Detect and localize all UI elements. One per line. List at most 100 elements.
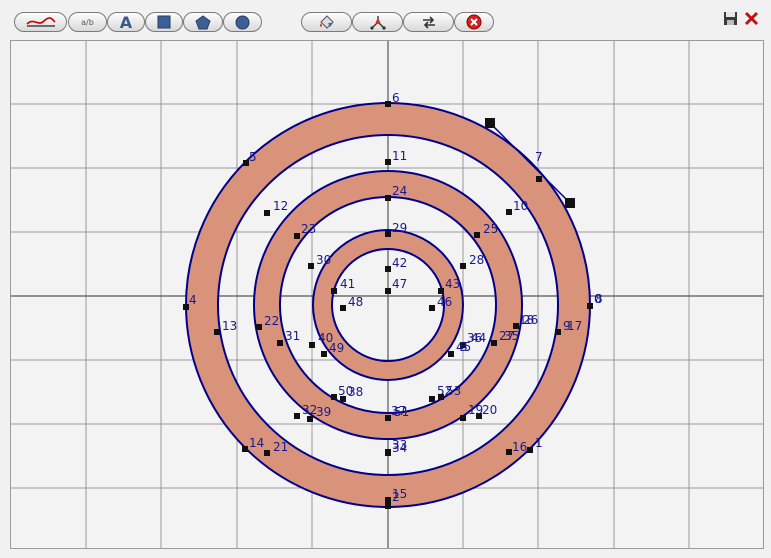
point-label: 16 <box>512 440 527 454</box>
curve-tool-button[interactable] <box>14 12 67 32</box>
circle-tool-button[interactable] <box>223 12 262 32</box>
point-label: 14 <box>249 436 264 450</box>
control-point <box>438 394 444 400</box>
control-point <box>264 210 270 216</box>
point-label: 35 <box>504 329 519 343</box>
control-point <box>536 176 542 182</box>
fraction-tool-button[interactable]: a/b <box>68 12 107 32</box>
point-label: 23 <box>301 222 316 236</box>
control-point <box>385 503 391 509</box>
control-point <box>385 231 391 237</box>
point-label: 21 <box>273 440 288 454</box>
control-point <box>214 329 220 335</box>
point-label: 12 <box>273 199 288 213</box>
control-point <box>309 342 315 348</box>
point-label: 31 <box>285 329 300 343</box>
point-label: 4 <box>189 293 197 307</box>
circle-icon <box>235 15 250 29</box>
point-label: 51 <box>394 405 409 419</box>
control-point <box>448 351 454 357</box>
control-point <box>491 340 497 346</box>
control-point <box>527 447 533 453</box>
point-label: 28 <box>469 253 484 267</box>
point-label: 19 <box>468 403 483 417</box>
point-label: 1 <box>535 436 543 450</box>
control-point <box>385 415 391 421</box>
delete-icon <box>466 14 482 30</box>
control-point <box>587 303 593 309</box>
canvas-svg[interactable]: 611242942475122330414871025284346413 2231… <box>11 41 763 548</box>
control-point <box>385 266 391 272</box>
point-label: 46 <box>437 295 452 309</box>
point-label: 47 <box>392 277 407 291</box>
point-label: 6 <box>392 91 400 105</box>
nodes-icon <box>369 16 386 30</box>
rectangle-tool-button[interactable] <box>145 12 183 32</box>
point-label: 20 <box>482 403 497 417</box>
fraction-icon: a/b <box>81 17 94 27</box>
curve-icon <box>25 17 56 27</box>
point-label: 48 <box>348 295 363 309</box>
point-label: 15 <box>392 487 407 501</box>
control-point <box>256 324 262 330</box>
control-point <box>340 396 346 402</box>
control-point <box>555 329 561 335</box>
control-point <box>294 233 300 239</box>
square-icon <box>157 15 171 29</box>
control-point <box>277 340 283 346</box>
color-tool-button[interactable] <box>301 12 352 32</box>
point-label: 25 <box>483 222 498 236</box>
control-point <box>385 497 391 503</box>
control-point <box>294 413 300 419</box>
point-label: 29 <box>392 221 407 235</box>
point-label: 13 <box>222 319 237 333</box>
point-label: 30 <box>316 253 331 267</box>
point-label: 8 <box>595 292 603 306</box>
point-label: 38 <box>348 385 363 399</box>
control-point <box>307 416 313 422</box>
control-point <box>385 159 391 165</box>
control-point <box>438 288 444 294</box>
swap-arrows-icon <box>422 16 435 29</box>
control-point <box>385 101 391 107</box>
swap-tool-button[interactable] <box>403 12 454 32</box>
control-point <box>331 288 337 294</box>
point-label: 26 <box>523 313 538 327</box>
point-label: 44 <box>471 331 486 345</box>
point-label: 49 <box>329 341 344 355</box>
control-point <box>308 263 314 269</box>
save-icon[interactable] <box>723 11 738 26</box>
control-point <box>321 351 327 357</box>
point-label: 53 <box>446 384 461 398</box>
point-label: 3 <box>460 340 468 354</box>
paint-bucket-icon <box>319 15 334 29</box>
control-point <box>385 195 391 201</box>
polygon-tool-button[interactable] <box>183 12 223 32</box>
nodes-tool-button[interactable] <box>352 12 403 32</box>
control-point <box>331 394 337 400</box>
control-point <box>429 305 435 311</box>
control-point <box>429 396 435 402</box>
control-point <box>385 449 391 455</box>
point-label: 11 <box>392 149 407 163</box>
pentagon-icon <box>195 14 211 29</box>
text-icon: A <box>119 12 133 32</box>
control-point <box>242 446 248 452</box>
point-label: 41 <box>340 277 355 291</box>
control-point <box>460 263 466 269</box>
text-tool-button[interactable]: A <box>107 12 145 32</box>
close-icon[interactable] <box>744 11 759 26</box>
point-label: 10 <box>513 199 528 213</box>
point-label: 42 <box>392 256 407 270</box>
point-label: 43 <box>445 277 460 291</box>
delete-tool-button[interactable] <box>454 12 494 32</box>
control-point <box>460 415 466 421</box>
drawing-canvas[interactable]: 6 11 24 29 42 47 5 12 23 30 41 48 7 10 25 28 43 46 4 13 22 31… <box>10 40 764 549</box>
control-point <box>264 450 270 456</box>
point-label: 39 <box>316 405 331 419</box>
point-label: 5 <box>249 150 257 164</box>
point-label: 7 <box>535 150 543 164</box>
handle-point <box>565 198 575 208</box>
point-label: 24 <box>392 184 407 198</box>
point-label: 22 <box>264 314 279 328</box>
